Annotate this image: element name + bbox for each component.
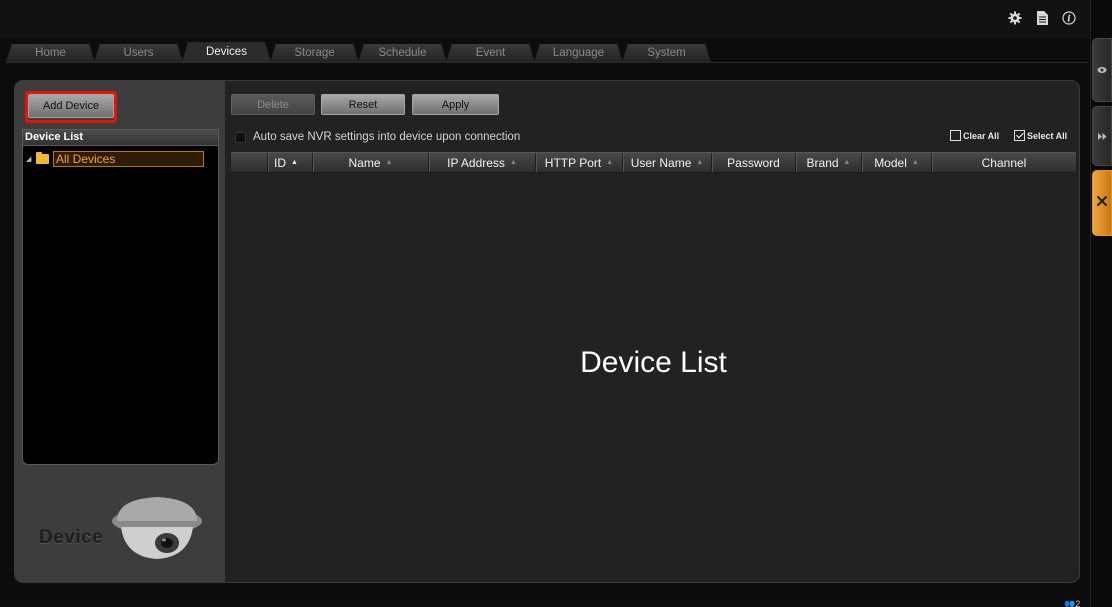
- select-all-toggle[interactable]: Select All: [1014, 130, 1067, 141]
- autosave-label: Auto save NVR settings into device upon …: [253, 131, 521, 143]
- sort-icon: ▲: [843, 159, 851, 166]
- tree-item-all-devices[interactable]: ◢ All Devices: [26, 151, 204, 167]
- autosave-checkbox[interactable]: [235, 131, 246, 143]
- column-header-id[interactable]: ID ▲: [268, 153, 313, 172]
- logo-text: Device: [39, 527, 104, 548]
- column-label: HTTP Port: [544, 155, 602, 170]
- device-logo: Device: [39, 491, 209, 566]
- top-bar: i: [0, 0, 1090, 38]
- autosave-option[interactable]: Auto save NVR settings into device upon …: [235, 131, 520, 143]
- add-device-button[interactable]: Add Device: [28, 94, 114, 118]
- fast-forward-icon: [1097, 127, 1107, 145]
- column-label: Model: [874, 155, 907, 170]
- tab-home[interactable]: Home: [6, 44, 95, 62]
- settings-gear-icon[interactable]: [1008, 11, 1022, 25]
- device-list-header: Device List: [22, 129, 219, 145]
- device-list-overlay-label: Device List: [580, 346, 727, 379]
- playback-button[interactable]: [1092, 106, 1112, 166]
- column-header-channel: Channel: [932, 153, 1076, 172]
- svg-text:i: i: [1067, 15, 1071, 25]
- column-header-brand[interactable]: Brand ▲: [796, 153, 862, 172]
- info-icon[interactable]: i: [1062, 11, 1076, 25]
- speaker-icon: [928, 601, 936, 607]
- folder-icon: [36, 152, 49, 164]
- right-rail: [1090, 0, 1112, 607]
- tab-divider: [6, 62, 1088, 63]
- reset-button[interactable]: Reset: [321, 94, 405, 115]
- column-header-password: Password: [712, 153, 796, 172]
- select-all-label: Select All: [1027, 130, 1068, 141]
- user-count: 👥2: [1064, 599, 1080, 607]
- tab-users[interactable]: Users: [94, 44, 183, 62]
- tab-schedule[interactable]: Schedule: [358, 44, 447, 62]
- device-tree[interactable]: ◢ All Devices: [22, 145, 219, 465]
- clear-all-label: Clear All: [963, 130, 1000, 141]
- app-window: i Home Users Devices Storage Schedule Ev…: [0, 0, 1112, 607]
- tools-icon: [1096, 194, 1108, 212]
- select-all-checkbox[interactable]: [1014, 130, 1025, 141]
- setup-button[interactable]: [1092, 170, 1112, 236]
- column-header-model[interactable]: Model ▲: [862, 153, 932, 172]
- sort-asc-icon: ▲: [291, 159, 298, 166]
- column-header-ip-address[interactable]: IP Address ▲: [429, 153, 536, 172]
- tab-storage[interactable]: Storage: [270, 44, 359, 62]
- column-label: Password: [727, 155, 780, 170]
- column-label: Brand: [806, 155, 839, 170]
- sort-icon: ▲: [911, 159, 919, 166]
- clear-all-toggle[interactable]: Clear All: [950, 130, 999, 141]
- tab-event[interactable]: Event: [446, 44, 535, 62]
- tab-devices[interactable]: Devices: [182, 42, 271, 62]
- tab-system[interactable]: System: [622, 44, 711, 62]
- devices-panel: Add Device Device List ◢ All Devices Dev…: [14, 80, 1080, 583]
- eye-icon: [1097, 61, 1107, 79]
- column-header-name[interactable]: Name ▲: [313, 153, 429, 172]
- column-label: User Name: [630, 155, 692, 170]
- sort-icon: ▲: [385, 159, 393, 166]
- column-header-http-port[interactable]: HTTP Port ▲: [536, 153, 623, 172]
- document-icon[interactable]: [1035, 11, 1049, 25]
- delete-button[interactable]: Delete: [231, 94, 315, 115]
- expand-arrow-icon[interactable]: ◢: [26, 155, 36, 163]
- column-header-user-name[interactable]: User Name ▲: [623, 153, 712, 172]
- sort-icon: ▲: [606, 159, 614, 166]
- status-bar: [0, 597, 1090, 607]
- column-label: Name: [348, 155, 381, 170]
- tab-language[interactable]: Language: [534, 44, 623, 62]
- main-tabs: Home Users Devices Storage Schedule Even…: [6, 44, 710, 62]
- column-label: Channel: [981, 155, 1027, 170]
- live-view-button[interactable]: [1092, 38, 1112, 102]
- tree-item-label: All Devices: [53, 151, 204, 167]
- column-label: IP Address: [447, 155, 505, 170]
- sort-icon: ▲: [696, 159, 704, 166]
- user-count-value: 2: [1075, 599, 1081, 607]
- users-icon: 👥: [1064, 599, 1076, 607]
- apply-button[interactable]: Apply: [412, 94, 499, 115]
- volume-meter[interactable]: [928, 601, 1038, 607]
- device-sidebar: Add Device Device List ◢ All Devices Dev…: [15, 81, 225, 582]
- clear-all-checkbox[interactable]: [950, 130, 961, 141]
- device-table-header: ID ▲ Name ▲ IP Address ▲ HTTP Port ▲ User Na…: [231, 152, 1076, 173]
- column-label: ID: [274, 155, 286, 170]
- column-spacer: [231, 153, 268, 172]
- sort-icon: ▲: [509, 159, 517, 166]
